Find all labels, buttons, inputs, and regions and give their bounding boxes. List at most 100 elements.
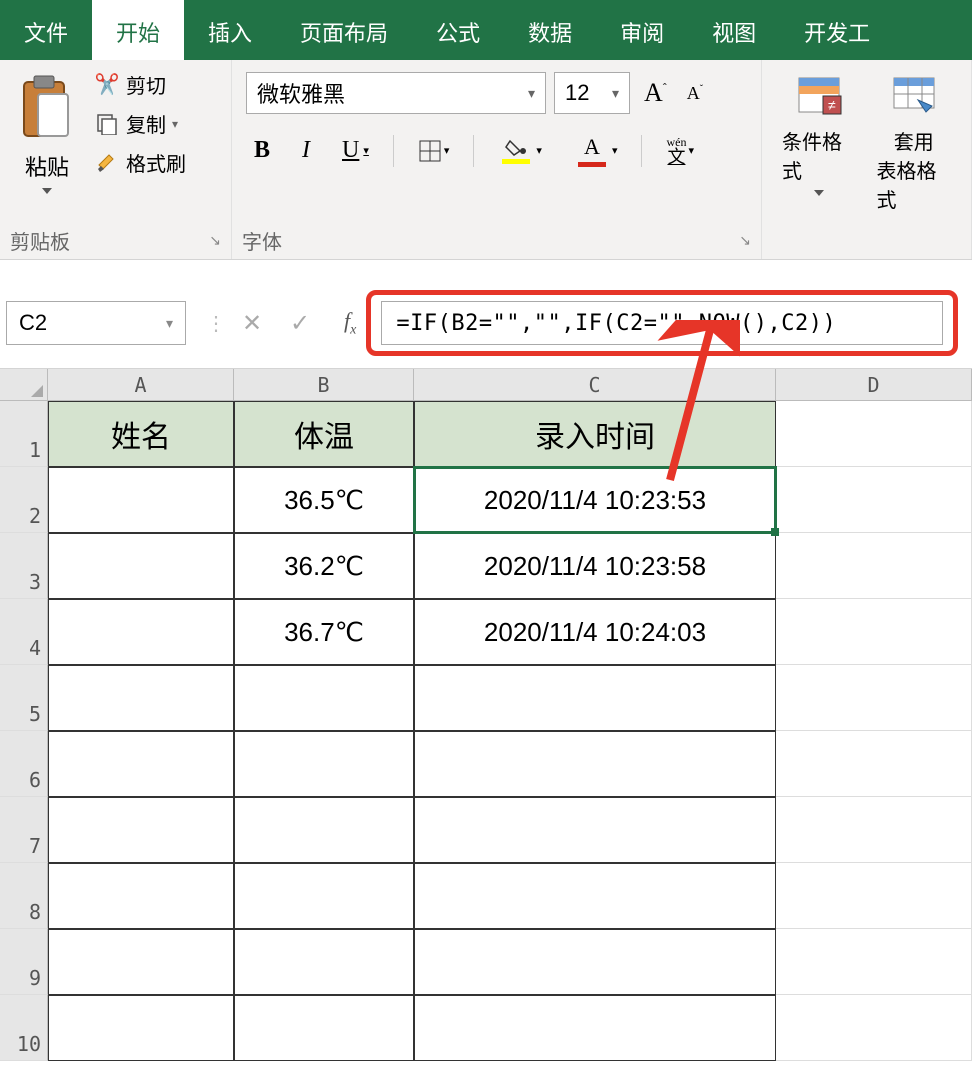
tab-page-layout[interactable]: 页面布局 — [276, 0, 412, 60]
cell-a8[interactable] — [48, 863, 234, 929]
cell-d4[interactable] — [776, 599, 972, 665]
font-color-button[interactable]: A ▾ — [566, 128, 626, 173]
underline-button[interactable]: U▾ — [334, 133, 377, 168]
cut-button[interactable]: ✂️ 剪切 — [90, 68, 190, 101]
formula-input[interactable]: =IF(B2="","",IF(C2="",NOW(),C2)) — [381, 301, 943, 345]
row-header[interactable]: 5 — [0, 665, 48, 731]
row-header[interactable]: 9 — [0, 929, 48, 995]
svg-text:≠: ≠ — [828, 97, 836, 113]
chevron-down-icon: ▾ — [166, 315, 173, 332]
cell-a7[interactable] — [48, 797, 234, 863]
cell-b10[interactable] — [234, 995, 414, 1061]
cell-a10[interactable] — [48, 995, 234, 1061]
cell-b6[interactable] — [234, 731, 414, 797]
font-color-a-icon: A — [584, 134, 600, 160]
bucket-icon — [504, 137, 528, 157]
row-header[interactable]: 8 — [0, 863, 48, 929]
row-header[interactable]: 6 — [0, 731, 48, 797]
col-header-d[interactable]: D — [776, 369, 972, 400]
cell-d8[interactable] — [776, 863, 972, 929]
tab-formulas[interactable]: 公式 — [412, 0, 504, 60]
font-name-input[interactable]: 微软雅黑 ▾ — [246, 72, 546, 114]
spreadsheet-grid[interactable]: A B C D 1 姓名 体温 录入时间 2 36.5℃ 2020/11/4 1… — [0, 369, 972, 1061]
tab-review[interactable]: 审阅 — [596, 0, 688, 60]
name-box[interactable]: C2 ▾ — [6, 301, 186, 345]
cell-d1[interactable] — [776, 401, 972, 467]
fill-handle[interactable] — [771, 528, 779, 536]
cell-d3[interactable] — [776, 533, 972, 599]
cell-d5[interactable] — [776, 665, 972, 731]
cancel-formula-button[interactable]: ✕ — [228, 303, 276, 343]
ribbon-body: 粘贴 ✂️ 剪切 复制 ▾ — [0, 60, 972, 260]
cell-b5[interactable] — [234, 665, 414, 731]
cell-b3[interactable]: 36.2℃ — [234, 533, 414, 599]
cell-c9[interactable] — [414, 929, 776, 995]
italic-button[interactable]: I — [294, 133, 318, 168]
format-painter-button[interactable]: 格式刷 — [90, 146, 190, 179]
conditional-format-button[interactable]: ≠ 条件格式 — [772, 68, 867, 200]
tab-view[interactable]: 视图 — [688, 0, 780, 60]
border-button[interactable]: ▾ — [410, 135, 458, 167]
cell-c8[interactable] — [414, 863, 776, 929]
column-header-row: A B C D — [0, 369, 972, 401]
row-header[interactable]: 4 — [0, 599, 48, 665]
col-header-b[interactable]: B — [234, 369, 414, 400]
format-as-table-button[interactable]: 套用 表格格式 — [867, 68, 962, 217]
table-fmt-label2: 表格格式 — [877, 155, 952, 213]
cell-d10[interactable] — [776, 995, 972, 1061]
decrease-font-button[interactable]: Aˇ — [681, 83, 709, 104]
chevron-down-icon: ▾ — [612, 85, 619, 102]
phonetic-guide-button[interactable]: wén 文 ▾ — [658, 132, 702, 170]
cell-c10[interactable] — [414, 995, 776, 1061]
row-header[interactable]: 7 — [0, 797, 48, 863]
col-header-c[interactable]: C — [414, 369, 776, 400]
bold-button[interactable]: B — [246, 133, 278, 168]
cell-c5[interactable] — [414, 665, 776, 731]
cell-b1[interactable]: 体温 — [234, 401, 414, 467]
row-header[interactable]: 3 — [0, 533, 48, 599]
cell-c7[interactable] — [414, 797, 776, 863]
cell-d9[interactable] — [776, 929, 972, 995]
cell-a1[interactable]: 姓名 — [48, 401, 234, 467]
font-size-input[interactable]: 12 ▾ — [554, 72, 630, 114]
cell-b4[interactable]: 36.7℃ — [234, 599, 414, 665]
tab-insert[interactable]: 插入 — [184, 0, 276, 60]
row-header[interactable]: 2 — [0, 467, 48, 533]
copy-button[interactable]: 复制 ▾ — [90, 107, 190, 140]
cell-d2[interactable] — [776, 467, 972, 533]
cell-a5[interactable] — [48, 665, 234, 731]
select-all-button[interactable] — [0, 369, 48, 400]
font-launcher-icon[interactable]: ↘ — [739, 232, 751, 249]
dots-icon: ⋮ — [206, 311, 228, 336]
cell-c2[interactable]: 2020/11/4 10:23:53 — [414, 467, 776, 533]
cell-c4[interactable]: 2020/11/4 10:24:03 — [414, 599, 776, 665]
tab-data[interactable]: 数据 — [504, 0, 596, 60]
tab-file[interactable]: 文件 — [0, 0, 92, 60]
cell-b7[interactable] — [234, 797, 414, 863]
paste-button[interactable]: 粘贴 — [10, 68, 84, 198]
fill-color-button[interactable]: ▾ — [490, 131, 550, 170]
cell-d6[interactable] — [776, 731, 972, 797]
cell-b2[interactable]: 36.5℃ — [234, 467, 414, 533]
cell-d7[interactable] — [776, 797, 972, 863]
cell-c6[interactable] — [414, 731, 776, 797]
tab-developer[interactable]: 开发工 — [780, 0, 894, 60]
row-header[interactable]: 1 — [0, 401, 48, 467]
cell-a9[interactable] — [48, 929, 234, 995]
tab-home[interactable]: 开始 — [92, 0, 184, 60]
cell-c1[interactable]: 录入时间 — [414, 401, 776, 467]
cell-a3[interactable] — [48, 533, 234, 599]
cell-b8[interactable] — [234, 863, 414, 929]
confirm-formula-button[interactable]: ✓ — [276, 303, 324, 343]
cell-b9[interactable] — [234, 929, 414, 995]
increase-font-button[interactable]: Aˆ — [638, 78, 673, 108]
col-header-a[interactable]: A — [48, 369, 234, 400]
border-icon — [418, 139, 442, 163]
cell-a2[interactable] — [48, 467, 234, 533]
fx-icon[interactable]: fx — [344, 308, 356, 338]
cell-c3[interactable]: 2020/11/4 10:23:58 — [414, 533, 776, 599]
cell-a6[interactable] — [48, 731, 234, 797]
cell-a4[interactable] — [48, 599, 234, 665]
clipboard-launcher-icon[interactable]: ↘ — [209, 232, 221, 249]
row-header[interactable]: 10 — [0, 995, 48, 1061]
